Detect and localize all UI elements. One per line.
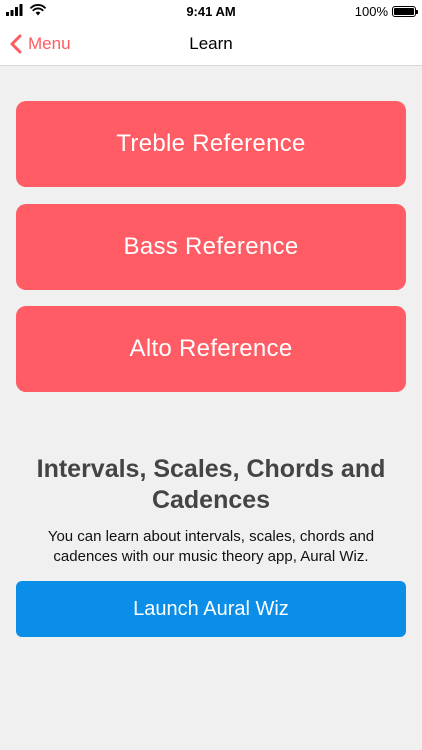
treble-reference-button[interactable]: Treble Reference — [16, 101, 406, 187]
page-title: Learn — [189, 34, 233, 53]
section-description: You can learn about intervals, scales, c… — [47, 528, 375, 565]
bass-reference-button[interactable]: Bass Reference — [16, 204, 406, 290]
status-bar: 9:41 AM 100% — [0, 0, 422, 22]
battery-icon — [392, 6, 418, 17]
status-right: 100% — [354, 4, 418, 19]
launch-aural-wiz-button[interactable]: Launch Aural Wiz — [16, 581, 406, 637]
battery-percent: 100% — [354, 4, 388, 19]
navigation-bar: Menu Learn — [0, 22, 422, 66]
section-heading: Intervals, Scales, Chords and Cadences — [36, 455, 386, 514]
alto-reference-button[interactable]: Alto Reference — [16, 306, 406, 392]
